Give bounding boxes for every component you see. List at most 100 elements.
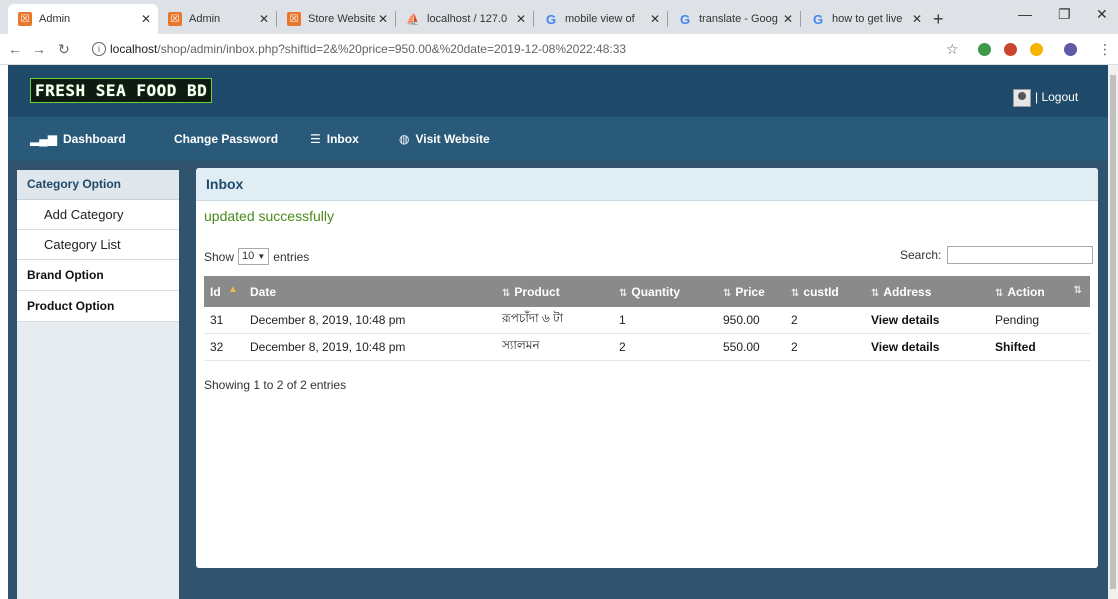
store-favicon-icon: ☒ xyxy=(287,12,301,26)
close-tab-icon[interactable]: ✕ xyxy=(780,12,796,26)
page-title: Inbox xyxy=(196,168,1098,201)
browser-toolbar: ← → ↻ i localhost/shop/admin/inbox.php?s… xyxy=(0,34,1118,65)
admin-favicon-icon: ☒ xyxy=(18,12,32,26)
view-details-link[interactable]: View details xyxy=(865,307,989,334)
col-action[interactable]: ⇅ Action ⇅ xyxy=(989,276,1090,307)
browser-tab-store[interactable]: ☒ Store Website ✕ xyxy=(277,4,395,34)
sidebar-product-option[interactable]: Product Option xyxy=(17,291,179,322)
phpmyadmin-favicon-icon: ⛵ xyxy=(406,13,420,26)
browser-tab-phpmyadmin[interactable]: ⛵ localhost / 127.0 ✕ xyxy=(396,4,533,34)
profile-avatar-icon[interactable] xyxy=(1064,43,1077,56)
globe-icon: ◍ xyxy=(399,132,410,146)
sort-icon: ⇅ xyxy=(995,287,1004,299)
nav-visit-website[interactable]: ◍ Visit Website xyxy=(399,132,490,146)
col-id[interactable]: Id ▲ xyxy=(204,276,244,307)
address-bar[interactable]: localhost/shop/admin/inbox.php?shiftid=2… xyxy=(110,42,626,56)
dropdown-arrow-icon: ▼ xyxy=(257,252,266,261)
nav-label: Dashboard xyxy=(62,132,126,146)
close-tab-icon[interactable]: ✕ xyxy=(909,12,925,26)
col-label: Address xyxy=(883,284,932,299)
browser-tab-admin-1[interactable]: ☒ Admin ✕ xyxy=(8,4,158,34)
table-row: 31 December 8, 2019, 10:48 pm রূপচাঁদা ৬… xyxy=(204,307,1090,334)
nav-change-password[interactable]: Change Password xyxy=(174,132,278,146)
table-info: Showing 1 to 2 of 2 entries xyxy=(204,378,347,392)
cell-date: December 8, 2019, 10:48 pm xyxy=(244,307,496,334)
sidebar-item-category-list[interactable]: Category List xyxy=(17,230,179,260)
bar-chart-icon: ▂▄▆ xyxy=(30,132,57,146)
top-nav: ▂▄▆ Dashboard Change Password ☰ Inbox ◍ … xyxy=(8,117,1108,161)
list-icon: ☰ xyxy=(310,132,321,146)
close-tab-icon[interactable]: ✕ xyxy=(138,12,154,26)
nav-inbox[interactable]: ☰ Inbox xyxy=(310,132,359,146)
tab-title: Admin xyxy=(39,13,71,25)
nav-dashboard[interactable]: ▂▄▆ Dashboard xyxy=(30,132,126,146)
drive-extension-icon[interactable] xyxy=(1030,43,1043,56)
cell-quantity: 1 xyxy=(613,307,717,334)
url-path: /shop/admin/inbox.php?shiftid=2&%20price… xyxy=(157,42,627,56)
reload-icon[interactable]: ↻ xyxy=(58,41,70,58)
web-page: FRESH SEA FOOD BD | Logout ▂▄▆ Dashboard… xyxy=(0,65,1108,599)
scrollbar-thumb[interactable] xyxy=(1110,75,1116,589)
cell-custid: 2 xyxy=(785,333,865,361)
google-favicon-icon: G xyxy=(812,11,824,27)
col-product[interactable]: ⇅ Product xyxy=(496,276,613,307)
sort-icon: ⇅ xyxy=(871,287,880,299)
menu-icon[interactable]: ⋮ xyxy=(1098,41,1112,58)
entries-select[interactable]: 10 ▼ xyxy=(238,248,270,265)
cell-id: 32 xyxy=(204,333,244,361)
col-label: Action xyxy=(1007,284,1045,299)
minimize-icon[interactable]: — xyxy=(1018,6,1032,22)
restore-icon[interactable]: ❐ xyxy=(1058,6,1071,23)
sort-asc-icon: ▲ xyxy=(228,284,238,295)
site-info-icon[interactable]: i xyxy=(92,42,106,56)
forward-icon[interactable]: → xyxy=(32,41,46,57)
table-row: 32 December 8, 2019, 10:48 pm স্যালমন 2 … xyxy=(204,333,1090,361)
browser-tab-google-2[interactable]: G translate - Goog ✕ xyxy=(668,4,800,34)
cell-product: স্যালমন xyxy=(496,333,613,361)
extension-icon[interactable] xyxy=(1004,43,1017,56)
sidebar-brand-option[interactable]: Brand Option xyxy=(17,260,179,291)
col-address[interactable]: ⇅ Address xyxy=(865,276,989,307)
view-details-link[interactable]: View details xyxy=(865,333,989,361)
cell-quantity: 2 xyxy=(613,333,717,361)
browser-tab-strip: ☒ Admin ✕ ☒ Admin ✕ ☒ Store Website ✕ ⛵ … xyxy=(0,0,1118,34)
tab-title: mobile view of xyxy=(565,13,635,25)
user-icon xyxy=(1013,89,1031,107)
col-label: Id xyxy=(210,284,221,299)
search-input[interactable] xyxy=(947,246,1094,264)
inbox-panel: Inbox updated successfully Show 10 ▼ ent… xyxy=(196,168,1098,568)
browser-tab-google-1[interactable]: G mobile view of ✕ xyxy=(534,4,667,34)
cell-date: December 8, 2019, 10:48 pm xyxy=(244,333,496,361)
col-label: Price xyxy=(735,284,765,299)
close-window-icon[interactable]: ✕ xyxy=(1096,6,1108,23)
col-quantity[interactable]: ⇅ Quantity xyxy=(613,276,717,307)
tab-title: how to get live xyxy=(832,13,903,25)
page-scrollbar[interactable] xyxy=(1108,65,1118,599)
col-label: Product xyxy=(514,284,560,299)
google-favicon-icon: G xyxy=(545,11,557,27)
browser-tab-admin-2[interactable]: ☒ Admin ✕ xyxy=(158,4,276,34)
close-tab-icon[interactable]: ✕ xyxy=(256,12,272,26)
nav-label: Change Password xyxy=(174,132,279,146)
close-tab-icon[interactable]: ✕ xyxy=(647,12,663,26)
site-logo[interactable]: FRESH SEA FOOD BD xyxy=(30,78,213,103)
shield-extension-icon[interactable] xyxy=(978,43,991,56)
nav-label: Inbox xyxy=(326,132,359,146)
close-tab-icon[interactable]: ✕ xyxy=(375,12,391,26)
sidebar-item-add-category[interactable]: Add Category xyxy=(17,200,179,230)
cell-price: 550.00 xyxy=(717,333,785,361)
col-date[interactable]: Date xyxy=(244,276,496,307)
back-icon[interactable]: ← xyxy=(8,41,22,57)
close-tab-icon[interactable]: ✕ xyxy=(513,12,529,26)
col-custid[interactable]: ⇅ custId xyxy=(785,276,865,307)
bookmark-star-icon[interactable]: ☆ xyxy=(946,41,959,58)
new-tab-icon[interactable]: + xyxy=(933,9,944,30)
sort-icon: ⇅ xyxy=(502,287,511,299)
entries-length-control: Show 10 ▼ entries xyxy=(204,248,309,265)
col-price[interactable]: ⇅ Price xyxy=(717,276,785,307)
action-pending-link[interactable]: Pending xyxy=(989,307,1090,334)
browser-tab-google-3[interactable]: G how to get live ✕ xyxy=(801,4,929,34)
sidebar-category-option[interactable]: Category Option xyxy=(17,170,179,200)
logout-link[interactable]: | Logout xyxy=(1035,90,1078,104)
sort-icon: ⇅ xyxy=(791,287,800,299)
